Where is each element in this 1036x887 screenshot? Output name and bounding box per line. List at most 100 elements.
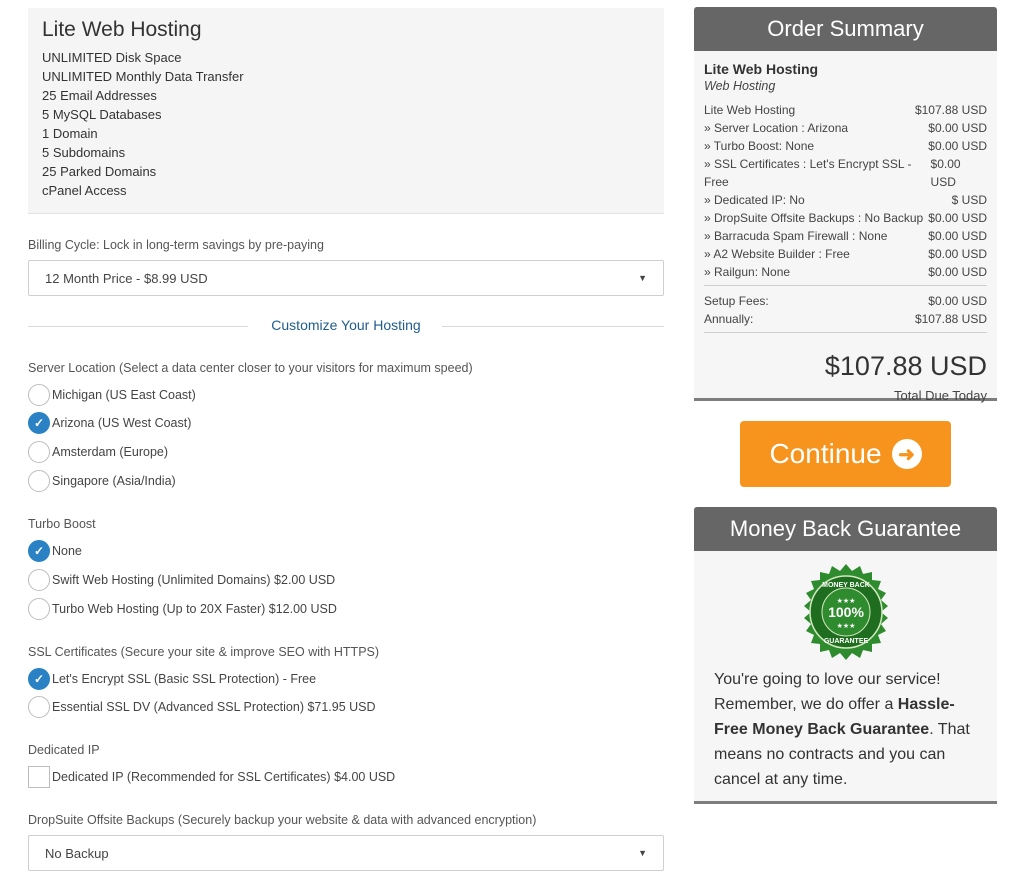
line-name: » Server Location : Arizona [704, 121, 849, 135]
continue-button[interactable]: Continue ➜ [740, 421, 951, 487]
line-name: » DropSuite Offsite Backups : No Backup [704, 211, 924, 225]
dropsuite-select[interactable]: No Backup ▼ [28, 835, 664, 871]
ssl-label: SSL Certificates (Secure your site & imp… [28, 645, 380, 659]
summary-line: » SSL Certificates : Let's Encrypt SSL -… [704, 155, 987, 191]
radio-button[interactable] [28, 441, 50, 463]
feature-item: 25 Email Addresses [42, 88, 157, 103]
line-name: » Turbo Boost: None [704, 139, 815, 153]
server-location-label: Server Location (Select a data center cl… [28, 361, 473, 375]
check-icon[interactable]: ✓ [28, 668, 50, 690]
radio-button[interactable] [28, 569, 50, 591]
order-summary-title: Order Summary [694, 7, 997, 51]
section-divider-left [28, 326, 248, 327]
seal-text-top: MONEY BACK [822, 582, 870, 589]
radio-label: None [52, 544, 82, 558]
radio-label: Essential SSL DV (Advanced SSL Protectio… [52, 700, 376, 714]
feature-item: cPanel Access [42, 183, 127, 198]
line-price: $0.00 USD [928, 247, 987, 261]
radio-option-michigan[interactable]: Michigan (US East Coast) [28, 383, 196, 407]
summary-product-name: Lite Web Hosting [704, 61, 819, 77]
line-name: Annually: [704, 312, 754, 326]
radio-label: Michigan (US East Coast) [52, 388, 196, 402]
annually-line: Annually: $107.88 USD [704, 310, 987, 328]
money-back-panel: Money Back Guarantee MONEY BACK ★★★ 100%… [694, 507, 997, 804]
line-price: $107.88 USD [914, 103, 987, 117]
dropsuite-value: No Backup [45, 845, 109, 861]
line-price: $0.00 USD [928, 211, 987, 225]
check-icon[interactable]: ✓ [28, 412, 50, 434]
radio-option-turbo[interactable]: Turbo Web Hosting (Up to 20X Faster) $12… [28, 597, 337, 621]
summary-product-group: Web Hosting [704, 79, 776, 93]
radio-option-arizona[interactable]: ✓ Arizona (US West Coast) [28, 411, 191, 435]
line-price: $0.00 USD [930, 157, 961, 189]
radio-button[interactable] [28, 384, 50, 406]
check-icon[interactable]: ✓ [28, 540, 50, 562]
summary-line: » Turbo Boost: None $0.00 USD [704, 137, 987, 155]
total-due-label: Total Due Today [894, 388, 987, 403]
summary-line: » DropSuite Offsite Backups : No Backup $… [704, 209, 987, 227]
line-name: » A2 Website Builder : Free [704, 247, 850, 261]
checkbox[interactable] [28, 766, 50, 788]
line-name: » Dedicated IP: No [704, 193, 805, 207]
money-back-seal-icon: MONEY BACK ★★★ 100% ★★★ GUARANTEE [803, 564, 888, 660]
summary-line: Lite Web Hosting $107.88 USD [704, 101, 987, 119]
line-name: Setup Fees: [704, 294, 769, 308]
feature-item: UNLIMITED Monthly Data Transfer [42, 69, 244, 84]
radio-button[interactable] [28, 470, 50, 492]
arrow-circle-right-icon: ➜ [891, 439, 922, 469]
line-price: $0.00 USD [928, 294, 987, 308]
radio-label: Arizona (US West Coast) [52, 416, 192, 430]
continue-label: Continue [769, 438, 882, 469]
line-price: $0.00 USD [928, 229, 987, 243]
product-title: Lite Web Hosting [42, 18, 202, 41]
line-price: $0.00 USD [928, 265, 987, 279]
radio-option-letsencrypt[interactable]: ✓ Let's Encrypt SSL (Basic SSL Protectio… [28, 667, 316, 691]
radio-option-amsterdam[interactable]: Amsterdam (Europe) [28, 440, 168, 464]
feature-item: 5 Subdomains [42, 145, 126, 160]
dedicated-ip-label: Dedicated IP [28, 743, 100, 757]
order-summary-panel: Order Summary Lite Web Hosting Web Hosti… [694, 7, 997, 403]
seal-text-mid: 100% [828, 604, 864, 620]
feature-item: 1 Domain [42, 126, 98, 141]
feature-item: UNLIMITED Disk Space [42, 50, 182, 65]
line-price: $0.00 USD [928, 139, 987, 153]
chevron-down-icon: ▼ [638, 273, 647, 283]
line-price: $107.88 USD [914, 312, 987, 326]
summary-line: » A2 Website Builder : Free $0.00 USD [704, 245, 987, 263]
radio-option-essential-ssl[interactable]: Essential SSL DV (Advanced SSL Protectio… [28, 695, 376, 719]
line-name: » Railgun: None [704, 265, 791, 279]
billing-cycle-select[interactable]: 12 Month Price - $8.99 USD ▼ [28, 260, 664, 296]
radio-button[interactable] [28, 696, 50, 718]
line-name: Lite Web Hosting [704, 103, 796, 117]
setup-fees-line: Setup Fees: $0.00 USD [704, 292, 987, 310]
feature-item: 5 MySQL Databases [42, 107, 162, 122]
money-back-title: Money Back Guarantee [694, 507, 997, 551]
summary-line: » Railgun: None $0.00 USD [704, 263, 987, 281]
summary-line: » Barracuda Spam Firewall : None $0.00 US… [704, 227, 987, 245]
radio-option-singapore[interactable]: Singapore (Asia/India) [28, 469, 176, 493]
radio-option-turbo-none[interactable]: ✓ None [28, 539, 82, 563]
checkbox-dedicated-ip[interactable]: Dedicated IP (Recommended for SSL Certif… [28, 765, 395, 789]
seal-text-bottom: GUARANTEE [823, 638, 868, 645]
radio-button[interactable] [28, 598, 50, 620]
checkbox-label: Dedicated IP (Recommended for SSL Certif… [52, 770, 396, 784]
seal-stars-bottom: ★★★ [836, 622, 855, 630]
line-name: » SSL Certificates : Let's Encrypt SSL -… [704, 157, 912, 189]
billing-cycle-value: 12 Month Price - $8.99 USD [45, 270, 208, 286]
radio-label: Let's Encrypt SSL (Basic SSL Protection)… [52, 672, 317, 686]
line-name: » Barracuda Spam Firewall : None [704, 229, 888, 243]
summary-line: » Dedicated IP: No $ USD [704, 191, 987, 209]
radio-label: Turbo Web Hosting (Up to 20X Faster) $12… [52, 602, 337, 616]
radio-option-swift[interactable]: Swift Web Hosting (Unlimited Domains) $2… [28, 568, 335, 592]
section-divider-right [442, 326, 664, 327]
summary-divider [704, 285, 987, 286]
customize-hosting-title: Customize Your Hosting [271, 317, 421, 333]
summary-divider [704, 332, 987, 333]
total-amount: $107.88 USD [824, 351, 987, 381]
radio-label: Amsterdam (Europe) [52, 445, 169, 459]
turbo-boost-label: Turbo Boost [28, 517, 96, 531]
dropsuite-label: DropSuite Offsite Backups (Securely back… [28, 813, 537, 827]
line-price: $ USD [951, 193, 987, 207]
money-back-description: You're going to love our service! Rememb… [694, 661, 997, 792]
line-price: $0.00 USD [928, 121, 987, 135]
